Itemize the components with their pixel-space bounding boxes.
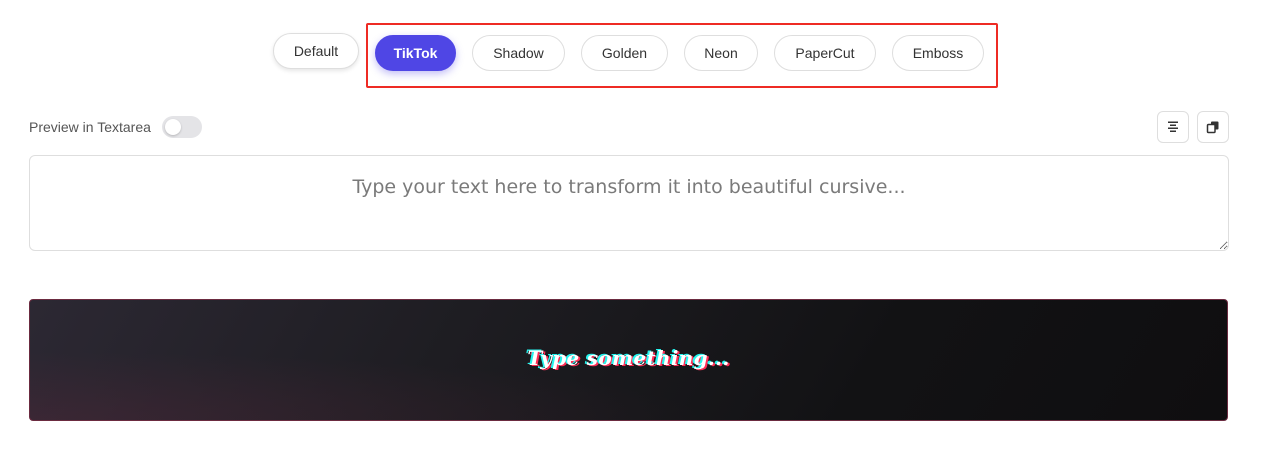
preview-toggle-label: Preview in Textarea <box>29 119 151 135</box>
cursive-text-generator: Default TikTok Shadow Golden Neon PaperC… <box>0 0 1278 469</box>
preview-panel: Type something... <box>29 299 1228 421</box>
copy-icon <box>1206 121 1219 134</box>
copy-button[interactable] <box>1197 111 1229 143</box>
style-button-label: Default <box>293 43 339 59</box>
style-button-shadow[interactable]: Shadow <box>472 35 565 71</box>
preview-toggle-switch[interactable] <box>162 116 202 138</box>
style-button-label: PaperCut <box>795 45 855 61</box>
style-button-papercut[interactable]: PaperCut <box>774 35 876 71</box>
style-button-label: TikTok <box>393 45 438 61</box>
style-button-tiktok[interactable]: TikTok <box>375 35 456 71</box>
style-button-label: Emboss <box>912 45 964 61</box>
align-button[interactable] <box>1157 111 1189 143</box>
preview-text: Type something... <box>527 346 730 370</box>
style-button-label: Golden <box>601 45 648 61</box>
style-button-default[interactable]: Default <box>273 33 359 69</box>
style-button-neon[interactable]: Neon <box>684 35 758 71</box>
style-button-label: Neon <box>704 45 738 61</box>
style-button-emboss[interactable]: Emboss <box>892 35 984 71</box>
style-button-golden[interactable]: Golden <box>581 35 668 71</box>
align-center-icon <box>1168 121 1178 132</box>
toggle-knob <box>165 119 181 135</box>
style-button-label: Shadow <box>493 45 544 61</box>
text-input[interactable] <box>29 155 1229 251</box>
